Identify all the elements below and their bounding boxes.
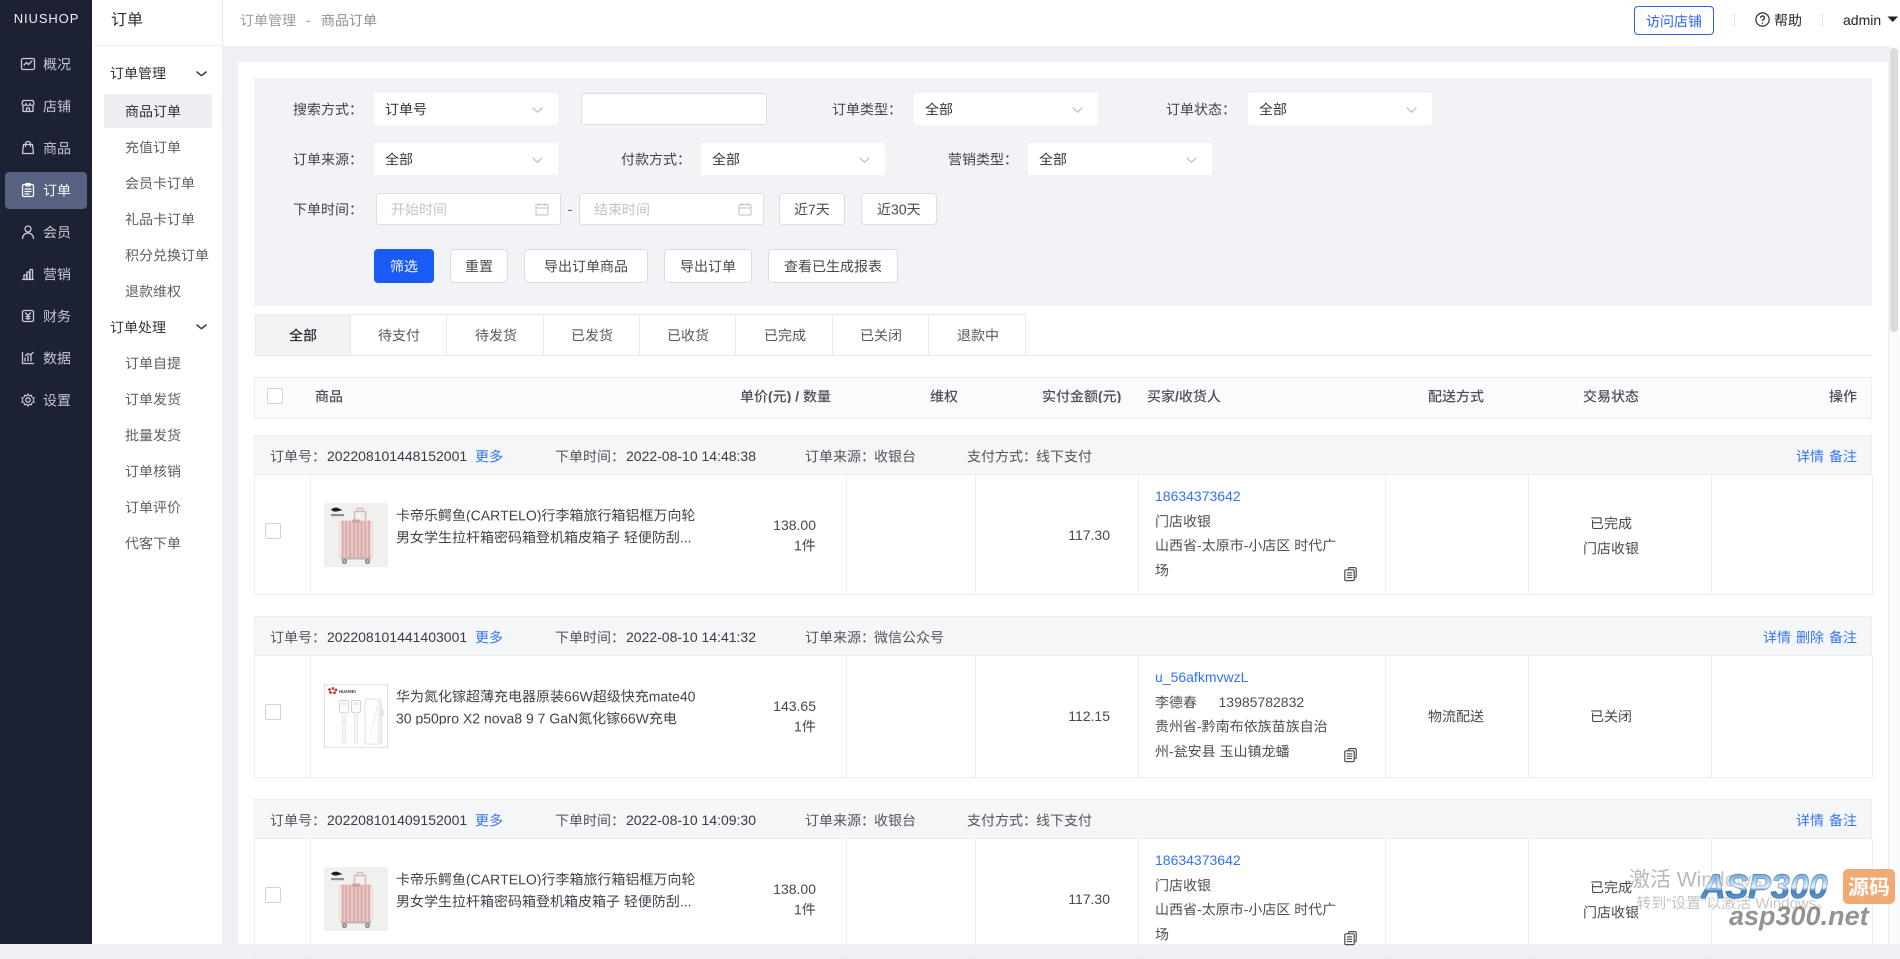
svg-text:HUAWEI: HUAWEI [339,689,356,694]
